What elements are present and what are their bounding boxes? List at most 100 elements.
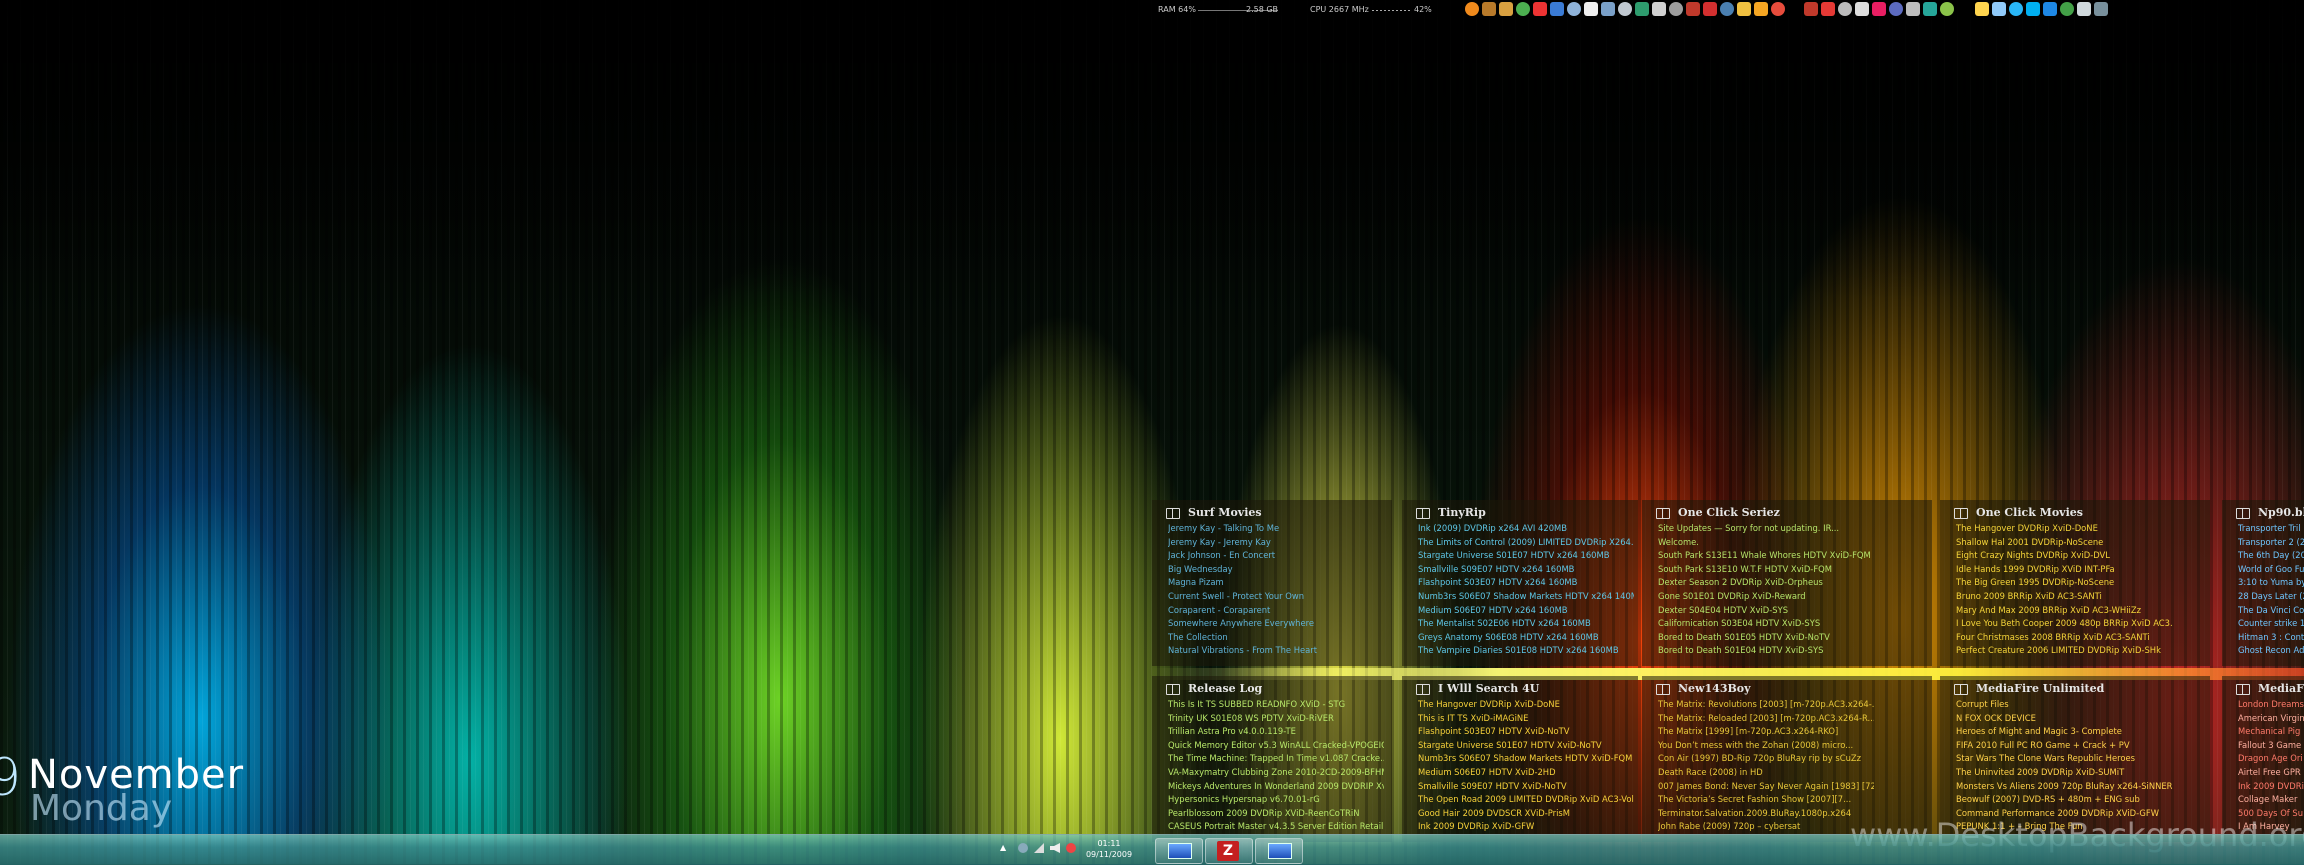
feed-item-link[interactable]: Bruno 2009 BRRip XviD AC3-SANTi [1956,590,2172,604]
tray-app-icon[interactable] [1992,2,2006,16]
feed-item-link[interactable]: 007 James Bond: Never Say Never Again [1… [1658,780,1874,794]
feed-item-link[interactable]: Somewhere Anywhere Everywhere [1168,617,1384,631]
feed-item-link[interactable]: Bored to Death S01E05 HDTV XviD-NoTV [1658,631,1874,645]
feed-item-link[interactable]: The Big Green 1995 DVDRip-NoScene [1956,576,2172,590]
feed-item-link[interactable]: Jack Johnson - En Concert [1168,549,1384,563]
feed-item-link[interactable]: N FOX OCK DEVICE [1956,712,2172,726]
feed-item-link[interactable]: South Park S13E11 Whale Whores HDTV XviD… [1658,549,1874,563]
feed-item-link[interactable]: Hypersonics Hypersnap v6.70.01-rG [1168,793,1384,807]
feed-item-link[interactable]: Gone S01E01 DVDRip XviD-Reward [1658,590,1874,604]
skype-icon[interactable] [2026,2,2040,16]
feed-item-link[interactable]: Dexter Season 2 DVDRip XviD-Orpheus [1658,576,1874,590]
feed-item-link[interactable]: Jeremy Kay - Talking To Me [1168,522,1384,536]
feed-item-link[interactable]: Stargate Universe S01E07 HDTV x264 160MB [1418,549,1634,563]
tray-app-icon[interactable] [1601,2,1615,16]
feed-item-link[interactable]: Terminator.Salvation.2009.BluRay.1080p.x… [1658,807,1874,821]
tray-app-icon[interactable] [1906,2,1920,16]
taskbar-button-filezilla[interactable]: Z [1205,838,1253,864]
feed-item-link[interactable]: Mary And Max 2009 BRRip XviD AC3-WHiiZz [1956,604,2172,618]
feed-item-link[interactable]: Eight Crazy Nights DVDRip XviD-DVL [1956,549,2172,563]
feed-item-link[interactable]: Smallville S09E07 HDTV x264 160MB [1418,563,1634,577]
feed-item-link[interactable]: Beowulf (2007) DVD-RS + 480m + ENG sub [1956,793,2172,807]
feed-item-link[interactable]: Star Wars The Clone Wars Republic Heroes [1956,752,2172,766]
feed-item-link[interactable]: American Virgin [2238,712,2304,726]
feed-item-link[interactable]: South Park S13E10 W.T.F HDTV XviD-FQM [1658,563,1874,577]
tray-app-icon[interactable] [1533,2,1547,16]
feed-item-link[interactable]: Medium S06E07 HDTV x264 160MB [1418,604,1634,618]
tray-app-icon[interactable] [1499,2,1513,16]
tray-app-icon[interactable] [1838,2,1852,16]
feed-item-link[interactable]: Transporter Tril [2238,522,2304,536]
feed-item-link[interactable]: You Don’t mess with the Zohan (2008) mic… [1658,739,1874,753]
feed-item-link[interactable]: The Matrix [1999] [m-720p.AC3.x264-RKO] [1658,725,1874,739]
feed-item-link[interactable]: The Vampire Diaries S01E08 HDTV x264 160… [1418,644,1634,658]
tray-app-icon[interactable] [1635,2,1649,16]
taskbar-button-computer[interactable] [1255,838,1303,864]
feed-item-link[interactable]: Stargate Universe S01E07 HDTV XviD-NoTV [1418,739,1634,753]
feed-item-link[interactable]: The Victoria’s Secret Fashion Show [2007… [1658,793,1874,807]
feed-item-link[interactable]: The Hangover DVDRip XviD-DoNE [1418,698,1634,712]
feed-item-link[interactable]: Mechanical Pig [2238,725,2304,739]
tray-app-icon[interactable] [1855,2,1869,16]
tray-app-icon[interactable] [1923,2,1937,16]
tray-app-icon[interactable] [1889,2,1903,16]
feed-item-link[interactable]: Airtel Free GPR [2238,766,2304,780]
feed-item-link[interactable]: Heroes of Might and Magic 3- Complete [1956,725,2172,739]
feed-item-link[interactable]: Current Swell - Protect Your Own [1168,590,1384,604]
feed-item-link[interactable]: This Is It TS SUBBED READNFO XViD - STG [1168,698,1384,712]
feed-item-link[interactable]: The Mentalist S02E06 HDTV x264 160MB [1418,617,1634,631]
tray-app-icon[interactable] [1584,2,1598,16]
tray-app-icon[interactable] [2009,2,2023,16]
feed-item-link[interactable]: Transporter 2 (2 [2238,536,2304,550]
feed-item-link[interactable]: Trillian Astra Pro v4.0.0.119-TE [1168,725,1384,739]
tray-app-icon[interactable] [2043,2,2057,16]
feed-item-link[interactable]: VA-Maxymatry Clubbing Zone 2010-2CD-2009… [1168,766,1384,780]
tray-app-icon[interactable] [1940,2,1954,16]
tray-app-icon[interactable] [1669,2,1683,16]
feed-item-link[interactable]: The Limits of Control (2009) LIMITED DVD… [1418,536,1634,550]
feed-item-link[interactable]: Hitman 3 : Contr [2238,631,2304,645]
tray-app-icon[interactable] [1872,2,1886,16]
feed-item-link[interactable]: Four Christmases 2008 BRRip XviD AC3-SAN… [1956,631,2172,645]
feed-item-link[interactable]: Numb3rs S06E07 Shadow Markets HDTV XviD-… [1418,752,1634,766]
feed-item-link[interactable]: Shallow Hal 2001 DVDRip-NoScene [1956,536,2172,550]
taskbar-button-remote-desktop[interactable] [1155,838,1203,864]
feed-item-link[interactable]: FIFA 2010 Full PC RO Game + Crack + PV [1956,739,2172,753]
feed-item-link[interactable]: Trinity UK S01E08 WS PDTV XviD-RiVER [1168,712,1384,726]
feed-item-link[interactable]: Ink 2009 DVDRi [2238,780,2304,794]
volume-icon[interactable] [1050,843,1060,853]
tray-app-icon[interactable] [1804,2,1818,16]
tray-app-icon[interactable] [1567,2,1581,16]
filezilla-icon[interactable] [1703,2,1717,16]
feed-item-link[interactable]: Counter strike 1 [2238,617,2304,631]
feed-item-link[interactable]: CASEUS Portrait Master v4.3.5 Server Edi… [1168,820,1384,834]
network-icon[interactable] [1034,843,1044,853]
feed-item-link[interactable]: Perfect Creature 2006 LIMITED DVDRip Xvi… [1956,644,2172,658]
feed-item-link[interactable]: Natural Vibrations - From The Heart [1168,644,1384,658]
tray-app-icon[interactable] [1652,2,1666,16]
feed-item-link[interactable]: Dexter S04E04 HDTV XviD-SYS [1658,604,1874,618]
feed-item-link[interactable]: The Matrix: Reloaded [2003] [m-720p.AC3.… [1658,712,1874,726]
tray-app-icon[interactable] [1482,2,1496,16]
tray-app-icon[interactable] [2060,2,2074,16]
feed-item-link[interactable]: Magna Pizam [1168,576,1384,590]
feed-item-link[interactable]: 3:10 to Yuma by [2238,576,2304,590]
feed-item-link[interactable]: Pearlblossom 2009 DVDRip XViD-ReenCoTRiN [1168,807,1384,821]
feed-item-link[interactable]: Death Race (2008) in HD [1658,766,1874,780]
feed-item-link[interactable]: London Dreams [2238,698,2304,712]
feed-item-link[interactable]: The Collection [1168,631,1384,645]
feed-item-link[interactable]: Quick Memory Editor v5.3 WinALL Cracked-… [1168,739,1384,753]
tray-app-icon[interactable] [2077,2,2091,16]
feed-item-link[interactable]: Welcome. [1658,536,1874,550]
feed-item-link[interactable]: Numb3rs S06E07 Shadow Markets HDTV x264 … [1418,590,1634,604]
tray-app-icon[interactable] [1550,2,1564,16]
feed-item-link[interactable]: Monsters Vs Aliens 2009 720p BluRay x264… [1956,780,2172,794]
feed-item-link[interactable]: John Rabe (2009) 720p – cybersat [1658,820,1874,834]
feed-item-link[interactable]: The Matrix: Revolutions [2003] [m-720p.A… [1658,698,1874,712]
tray-app-icon[interactable] [1720,2,1734,16]
feed-item-link[interactable]: Californication S03E04 HDTV XviD-SYS [1658,617,1874,631]
feed-item-link[interactable]: Flashpoint S03E07 HDTV x264 160MB [1418,576,1634,590]
feed-item-link[interactable]: Ghost Recon Ad [2238,644,2304,658]
vlc-icon[interactable] [1465,2,1479,16]
feed-item-link[interactable]: Site Updates — Sorry for not updating. I… [1658,522,1874,536]
